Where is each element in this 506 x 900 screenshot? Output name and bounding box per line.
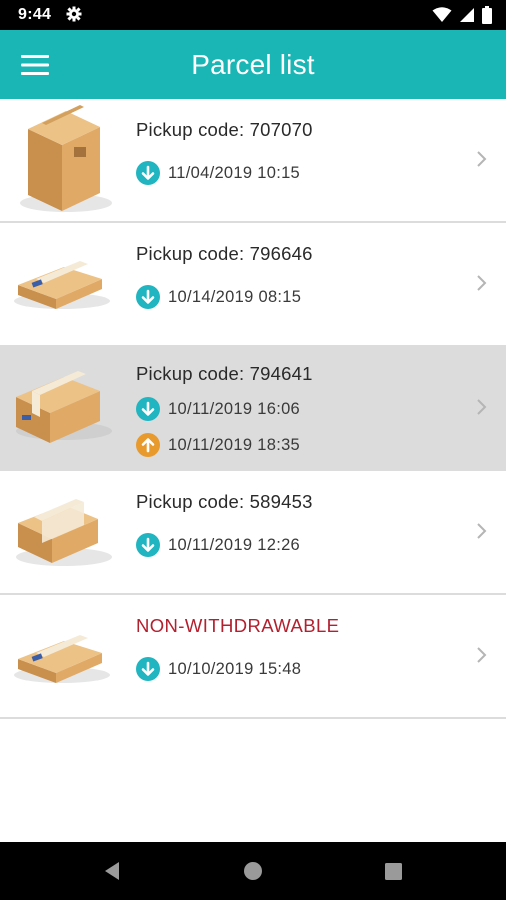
status-bar: 9:44 xyxy=(0,0,506,30)
parcel-row[interactable]: Pickup code: 589453 10/11/2019 12:26 xyxy=(0,471,506,595)
tall-box-icon xyxy=(20,105,112,212)
chevron-right-icon xyxy=(477,151,487,167)
chevron-right-icon xyxy=(477,275,487,291)
chevron-right-icon xyxy=(477,647,487,663)
settings-gear-icon xyxy=(66,6,82,22)
chevron-right-icon xyxy=(477,523,487,539)
wifi-icon xyxy=(432,7,452,22)
event-datetime: 10/11/2019 16:06 xyxy=(168,399,301,418)
battery-icon xyxy=(482,6,492,24)
medium-box-icon xyxy=(16,499,112,566)
pickup-code: Pickup code: 707070 xyxy=(136,119,313,140)
arrow-down-icon xyxy=(136,657,160,681)
flat-box-icon xyxy=(14,261,110,309)
arrow-down-icon xyxy=(136,397,160,421)
event-datetime: 10/11/2019 18:35 xyxy=(168,435,301,454)
arrow-up-icon xyxy=(136,433,160,457)
deposit-event: 10/11/2019 16:06 xyxy=(136,397,300,421)
event-datetime: 10/11/2019 12:26 xyxy=(168,535,301,554)
parcel-row[interactable]: NON-WITHDRAWABLE 10/10/2019 15:48 xyxy=(0,595,506,719)
withdraw-event: 10/11/2019 18:35 xyxy=(136,433,300,457)
recents-square-icon[interactable] xyxy=(378,856,408,886)
home-circle-icon[interactable] xyxy=(238,856,268,886)
parcel-list: Pickup code: 707070 11/04/2019 10:15 Pic… xyxy=(0,99,506,719)
chevron-right-icon xyxy=(477,399,487,415)
parcel-row[interactable]: Pickup code: 794641 10/11/2019 16:06 10/… xyxy=(0,347,506,471)
app-bar: Parcel list xyxy=(0,30,506,99)
parcel-row[interactable]: Pickup code: 796646 10/14/2019 08:15 xyxy=(0,223,506,347)
deposit-event: 10/11/2019 12:26 xyxy=(136,533,300,557)
pickup-code: Pickup code: 794641 xyxy=(136,363,313,384)
back-triangle-icon[interactable] xyxy=(97,856,127,886)
event-datetime: 10/10/2019 15:48 xyxy=(168,659,302,678)
deposit-event: 10/10/2019 15:48 xyxy=(136,657,301,681)
flat-box-icon xyxy=(14,635,110,683)
deposit-event: 10/14/2019 08:15 xyxy=(136,285,301,309)
arrow-down-icon xyxy=(136,161,160,185)
pickup-code: Pickup code: 589453 xyxy=(136,491,313,512)
page-title: Parcel list xyxy=(191,49,315,80)
cell-signal-icon xyxy=(460,8,474,22)
deposit-event: 11/04/2019 10:15 xyxy=(136,161,300,185)
pickup-code: Pickup code: 796646 xyxy=(136,243,313,264)
event-datetime: 10/14/2019 08:15 xyxy=(168,287,302,306)
system-nav-bar xyxy=(0,842,506,900)
arrow-down-icon xyxy=(136,533,160,557)
arrow-down-icon xyxy=(136,285,160,309)
status-icons xyxy=(432,6,492,24)
event-datetime: 11/04/2019 10:15 xyxy=(168,163,301,182)
parcel-row[interactable]: Pickup code: 707070 11/04/2019 10:15 xyxy=(0,99,506,223)
medium-box-icon xyxy=(16,371,112,443)
non-withdrawable-label: NON-WITHDRAWABLE xyxy=(136,615,340,636)
status-time: 9:44 xyxy=(18,6,52,23)
